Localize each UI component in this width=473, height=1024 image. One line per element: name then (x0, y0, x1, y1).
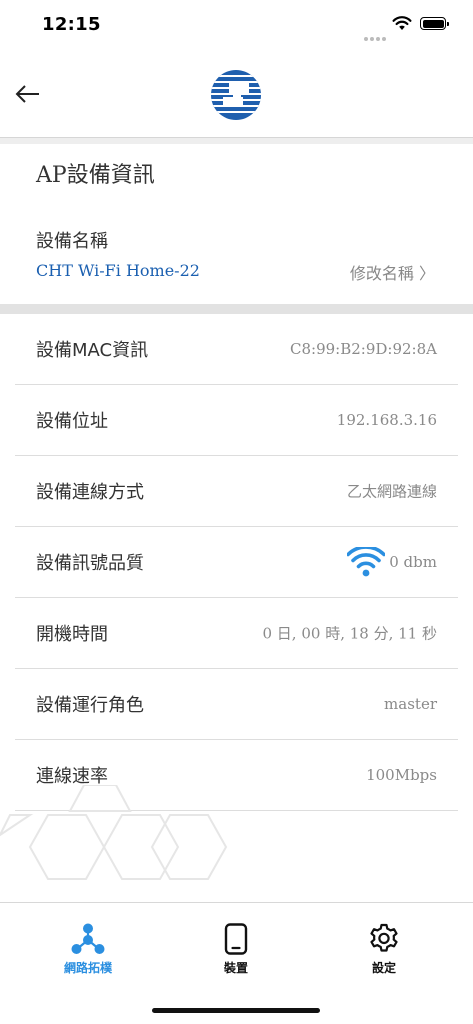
tab-devices[interactable]: 裝置 (186, 923, 286, 976)
tab-settings[interactable]: 設定 (334, 923, 434, 976)
info-row-mac: 設備MAC資訊 C8:99:B2:9D:92:8A (15, 314, 458, 385)
gear-icon (370, 923, 398, 952)
rename-button[interactable]: 修改名稱 〉 (350, 260, 435, 284)
info-label: 設備連線方式 (36, 482, 144, 503)
home-indicator (152, 1008, 320, 1013)
device-name-value: CHT Wi-Fi Home-22 (36, 261, 200, 280)
info-value: 乙太網路連線 (346, 482, 437, 501)
info-label: 開機時間 (36, 624, 108, 645)
info-value: 0 日, 00 時, 18 分, 11 秒 (262, 624, 438, 643)
info-value: 100Mbps (366, 766, 437, 784)
header-shadow (0, 138, 473, 144)
phone-device-icon (224, 923, 248, 955)
info-label: 設備訊號品質 (36, 553, 144, 574)
info-row-connection-type: 設備連線方式 乙太網路連線 (15, 456, 458, 527)
network-topology-icon (71, 923, 105, 954)
info-value: C8:99:B2:9D:92:8A (290, 340, 437, 358)
info-label: 設備運行角色 (36, 695, 144, 716)
arrow-left-icon[interactable] (14, 82, 42, 106)
info-value: 192.168.3.16 (336, 411, 437, 429)
tab-label: 網路拓樸 (63, 961, 112, 975)
cellular-signal-icon (364, 26, 388, 45)
signal-value-group: 0 dbm (347, 547, 437, 577)
bottom-tab-bar: 網路拓樸 裝置 設定 (0, 902, 473, 1024)
info-row-address: 設備位址 192.168.3.16 (15, 385, 458, 456)
info-value: 0 dbm (389, 553, 437, 571)
wifi-signal-icon (347, 547, 386, 577)
info-row-signal-quality: 設備訊號品質 0 dbm (15, 527, 458, 598)
hexagon-background-decoration (0, 785, 228, 880)
info-row-uptime: 開機時間 0 日, 00 時, 18 分, 11 秒 (15, 598, 458, 669)
status-time: 12:15 (42, 14, 101, 35)
section-divider (0, 304, 473, 314)
tab-network-topology[interactable]: 網路拓樸 (38, 923, 138, 976)
info-label: 設備位址 (36, 411, 108, 432)
section-title: AP設備資訊 (36, 163, 155, 188)
info-label: 設備MAC資訊 (36, 340, 149, 361)
status-bar: 12:15 (0, 0, 473, 52)
battery-icon (420, 17, 449, 30)
info-value: master (384, 695, 437, 713)
tab-label: 設定 (371, 961, 396, 975)
wifi-status-icon (392, 16, 412, 30)
device-info-list: 設備MAC資訊 C8:99:B2:9D:92:8A 設備位址 192.168.3… (15, 314, 458, 811)
tab-label: 裝置 (223, 961, 248, 975)
cht-logo (211, 70, 261, 120)
info-row-role: 設備運行角色 master (15, 669, 458, 740)
device-name-label: 設備名稱 (36, 231, 108, 252)
nav-bar (0, 52, 473, 138)
